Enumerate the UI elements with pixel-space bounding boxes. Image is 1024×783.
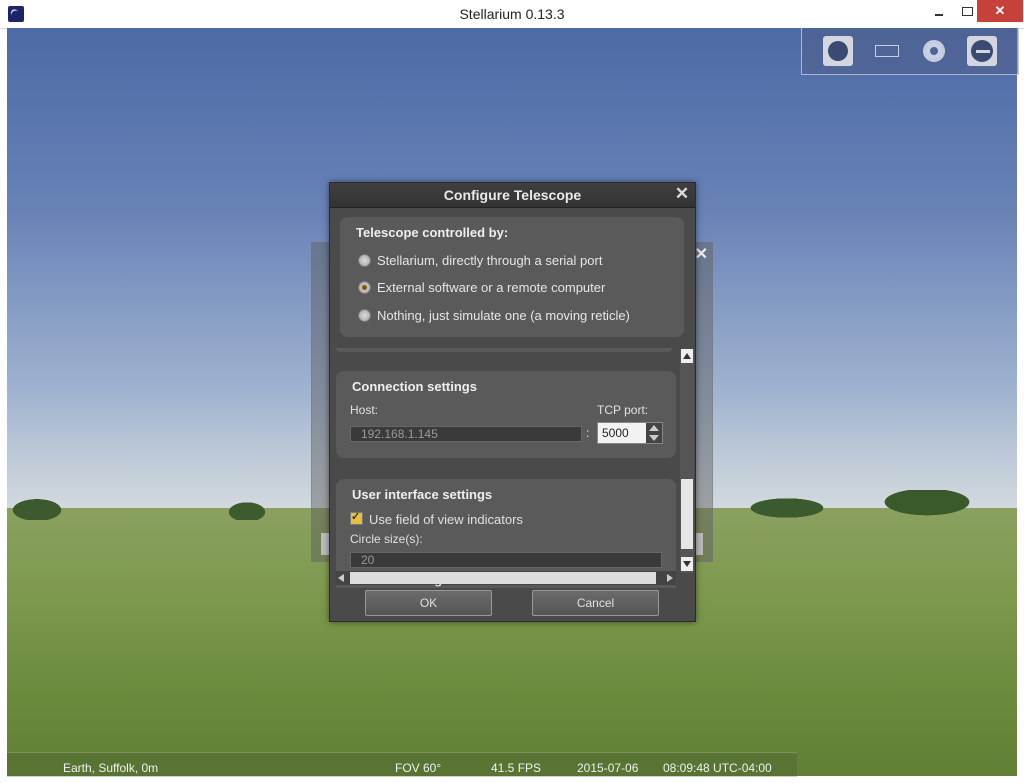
location-status: Earth, Suffolk, 0m bbox=[63, 761, 159, 775]
port-stepper[interactable] bbox=[646, 423, 662, 443]
control-group: Telescope controlled by: Stellarium, dir… bbox=[340, 217, 684, 337]
date-status: 2015-07-06 bbox=[577, 761, 639, 775]
chevron-up-icon[interactable] bbox=[649, 425, 659, 431]
minimize-icon bbox=[935, 13, 943, 16]
circle-size-input[interactable]: 20 bbox=[350, 552, 662, 568]
host-label: Host: bbox=[350, 403, 379, 417]
control-heading: Telescope controlled by: bbox=[356, 225, 509, 240]
settings-scroll-area[interactable]: Connection settings Host: 192.168.1.145 … bbox=[330, 348, 678, 588]
port-value: 5000 bbox=[602, 426, 629, 440]
connection-group: Connection settings Host: 192.168.1.145 … bbox=[336, 371, 676, 458]
connection-heading: Connection settings bbox=[352, 379, 477, 394]
radio-button[interactable] bbox=[358, 254, 371, 267]
port-label: TCP port: bbox=[597, 403, 649, 417]
time-status: 08:09:48 UTC-04:00 bbox=[663, 761, 772, 775]
radio-button-selected[interactable] bbox=[358, 281, 371, 294]
cancel-button[interactable]: Cancel bbox=[532, 590, 659, 616]
scroll-thumb[interactable] bbox=[681, 479, 693, 549]
port-spinbox[interactable]: 5000 bbox=[597, 422, 663, 444]
telescope-icon[interactable] bbox=[967, 36, 997, 66]
background-close-icon[interactable]: ✕ bbox=[695, 244, 708, 264]
window-title: Stellarium 0.13.3 bbox=[459, 6, 565, 22]
ui-settings-heading: User interface settings bbox=[352, 487, 493, 502]
radio-button[interactable] bbox=[358, 309, 371, 322]
configure-telescope-dialog: Configure Telescope ✕ Telescope controll… bbox=[329, 182, 696, 622]
fov-status: FOV 60° bbox=[395, 761, 442, 775]
dialog-title: Configure Telescope bbox=[443, 187, 582, 203]
chevron-down-icon[interactable] bbox=[649, 435, 659, 441]
window-close-button[interactable]: ✕ bbox=[977, 0, 1023, 22]
scroll-left-icon[interactable] bbox=[336, 572, 348, 584]
radio-label: Nothing, just simulate one (a moving ret… bbox=[377, 308, 630, 323]
radio-label: External software or a remote computer bbox=[377, 280, 606, 295]
target-icon[interactable] bbox=[919, 36, 949, 66]
status-bar: Earth, Suffolk, 0m FOV 60° 41.5 FPS 2015… bbox=[7, 752, 797, 777]
scroll-top-edge bbox=[336, 348, 672, 352]
dialog-header[interactable]: Configure Telescope ✕ bbox=[330, 183, 695, 208]
fov-indicators-checkbox[interactable] bbox=[350, 510, 363, 525]
vertical-scrollbar[interactable] bbox=[680, 349, 694, 573]
host-port-separator: : bbox=[586, 426, 590, 440]
fov-indicators-label: Use field of view indicators bbox=[369, 512, 523, 527]
fps-status: 41.5 FPS bbox=[491, 761, 542, 775]
ok-button[interactable]: OK bbox=[365, 590, 492, 616]
device-settings-heading-partial: Device settings bbox=[354, 579, 450, 587]
maximize-icon bbox=[961, 7, 973, 17]
background-button-left bbox=[321, 533, 329, 555]
window-titlebar: Stellarium 0.13.3 ✕ bbox=[0, 0, 1024, 29]
background-button-right bbox=[695, 533, 703, 555]
minimize-button[interactable] bbox=[924, 0, 954, 22]
scroll-down-icon[interactable] bbox=[681, 557, 693, 571]
scroll-up-icon[interactable] bbox=[681, 349, 693, 363]
scroll-right-icon[interactable] bbox=[664, 572, 676, 584]
radio-label: Stellarium, directly through a serial po… bbox=[377, 253, 603, 268]
rectangle-icon[interactable] bbox=[874, 36, 904, 66]
dialog-close-icon[interactable]: ✕ bbox=[673, 184, 691, 204]
top-right-toolbar bbox=[801, 28, 1019, 75]
circle-size-label: Circle size(s): bbox=[350, 532, 423, 546]
planet-icon[interactable] bbox=[823, 36, 853, 66]
host-input[interactable]: 192.168.1.145 bbox=[350, 426, 582, 442]
